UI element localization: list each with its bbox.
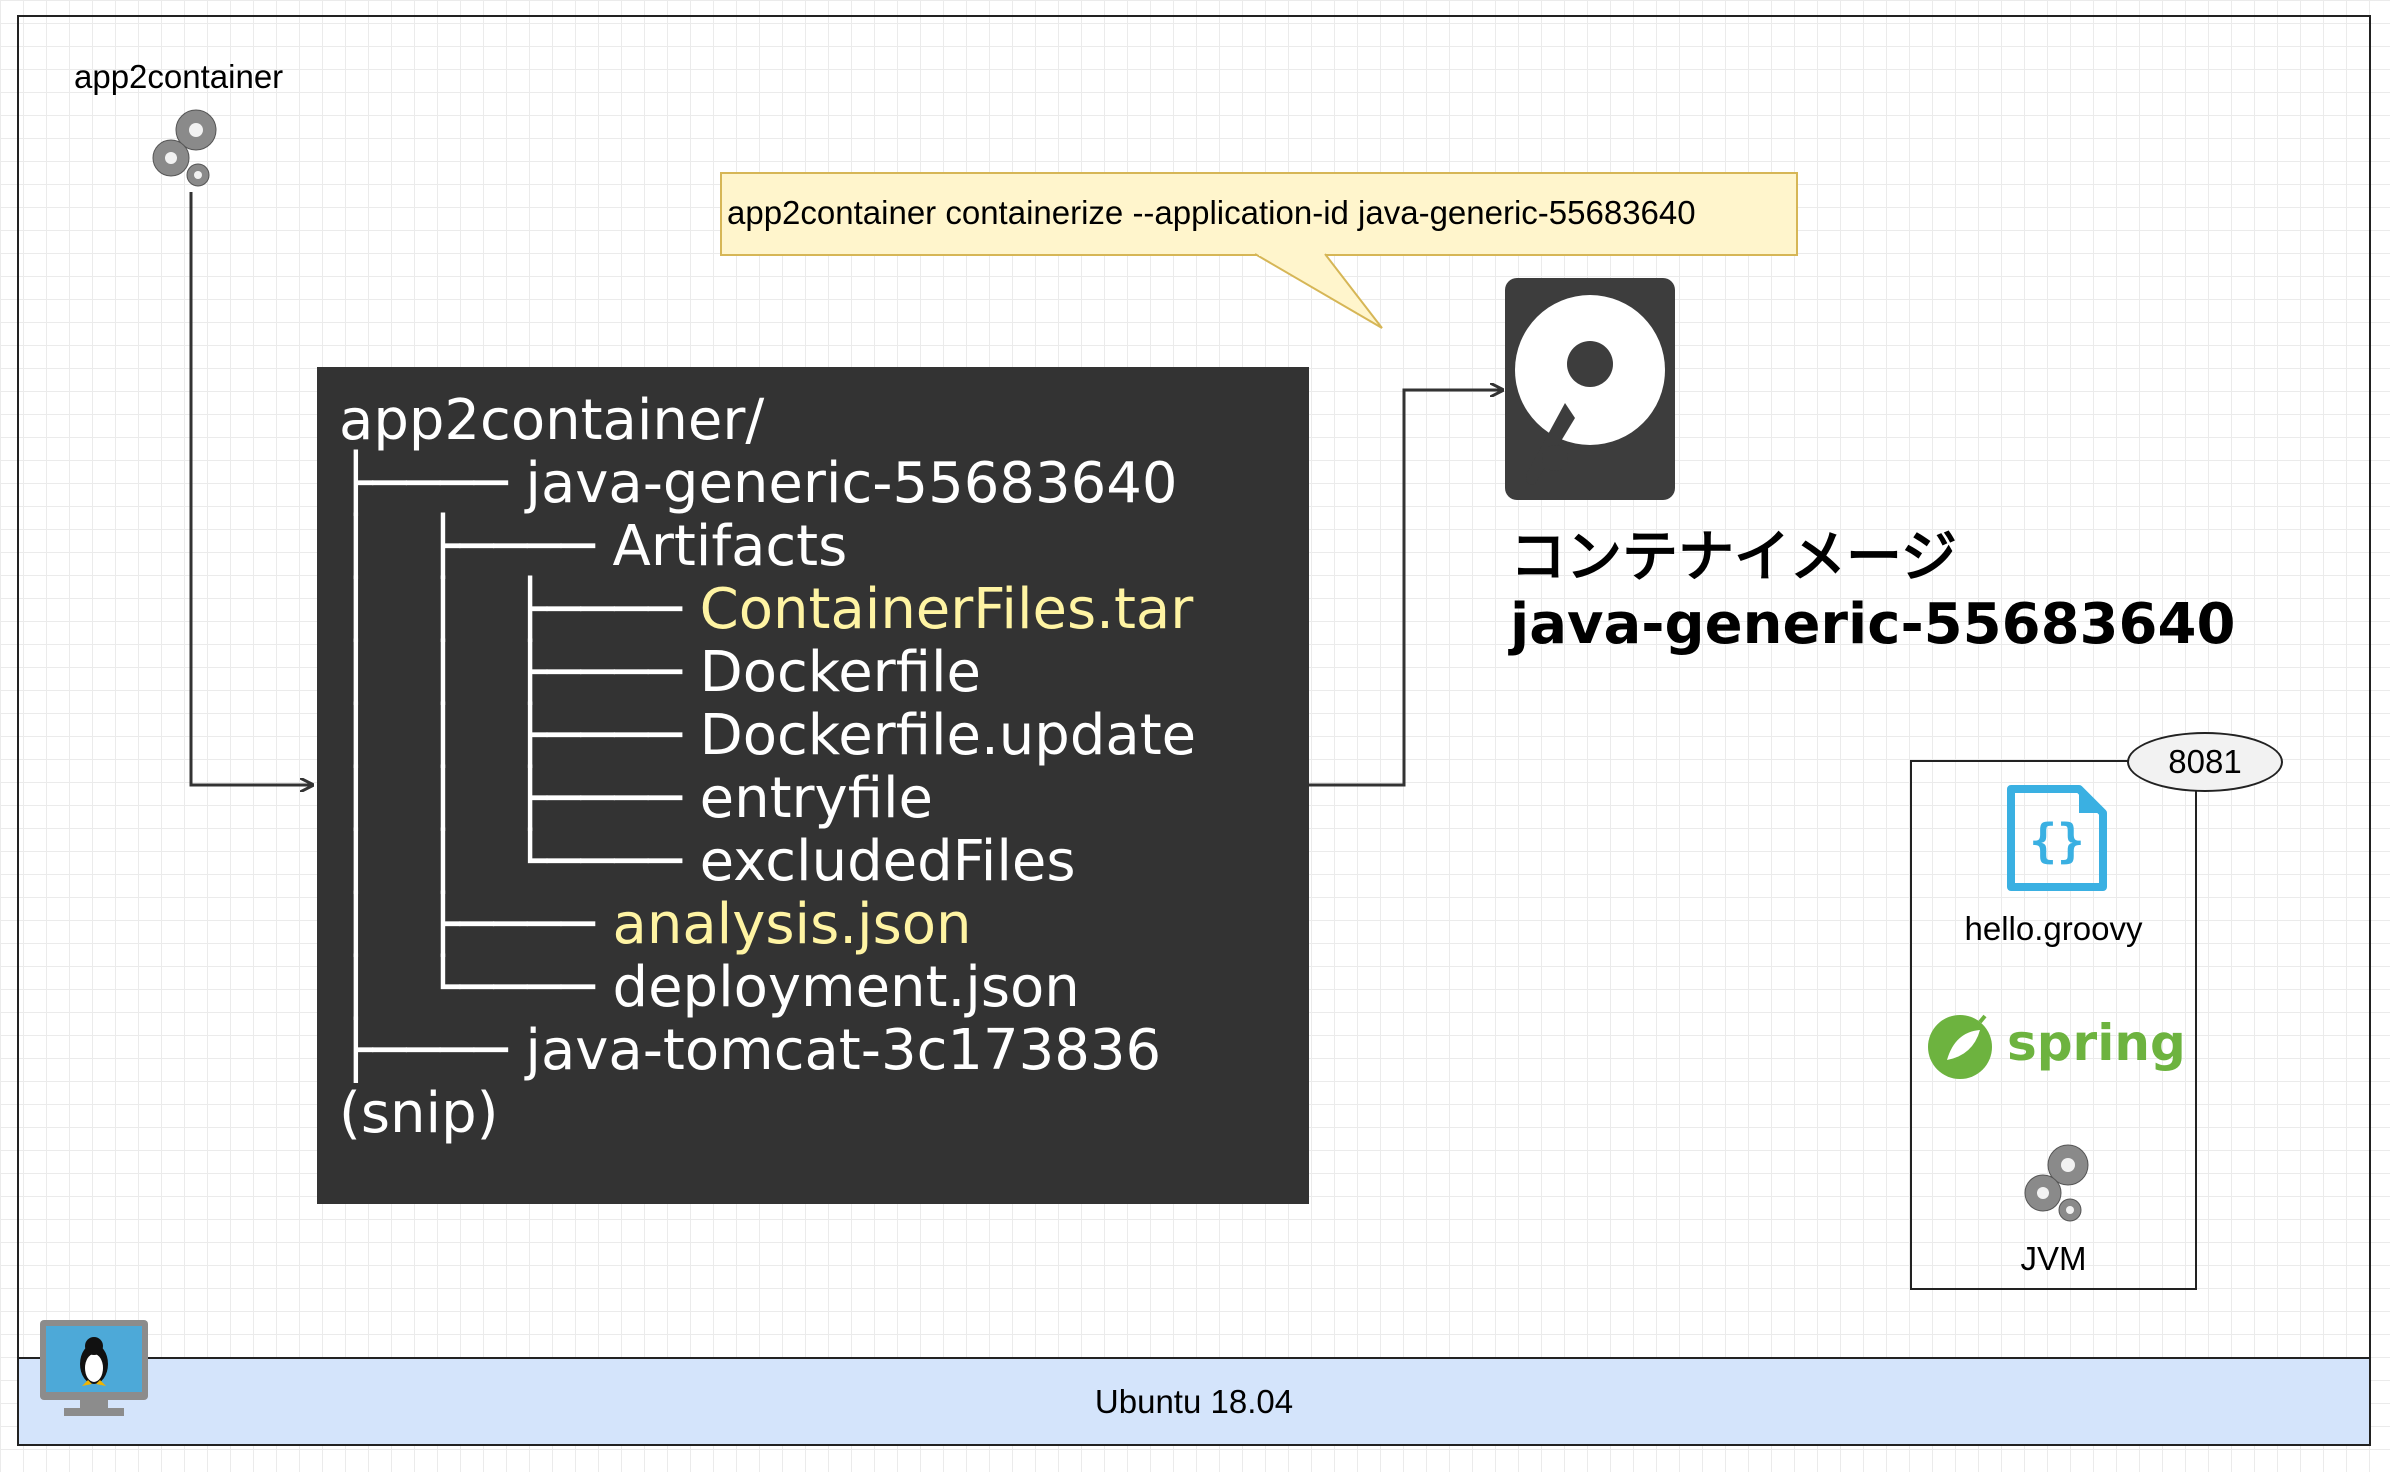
port-badge: 8081 xyxy=(2127,732,2283,792)
tree-branch: ├──── xyxy=(339,451,508,516)
tree-branch: │ │ ├──── xyxy=(339,640,682,705)
tree-entry: (snip) xyxy=(339,1081,499,1146)
tree-line: │ └──── deployment.json xyxy=(339,956,1080,1019)
tree-line: │ ├──── Artifacts xyxy=(339,515,847,578)
tree-line: │ │ └──── excludedFiles xyxy=(339,830,1076,893)
tree-entry-highlighted: analysis.json xyxy=(612,892,972,957)
tool-to-tree-arrow xyxy=(189,192,312,785)
tree-entry: java-generic-55683640 xyxy=(525,451,1178,516)
linux-monitor-icon xyxy=(40,1320,148,1416)
gears-icon xyxy=(2024,1144,2089,1222)
tree-entry: entryfile xyxy=(699,766,933,831)
app-item-label: hello.groovy xyxy=(1964,910,2143,947)
tree-branch: ├──── xyxy=(339,1018,508,1083)
code-file-icon: {} xyxy=(2007,785,2107,891)
tree-line: ├──── java-tomcat-3c173836 xyxy=(339,1019,1161,1082)
hard-disk-icon xyxy=(1505,278,1675,500)
spring-logo: spring xyxy=(1928,1014,2185,1079)
tree-line: app2container/ xyxy=(339,389,764,452)
tree-entry: app2container/ xyxy=(339,388,765,453)
tree-line: ├──── java-generic-55683640 xyxy=(339,452,1177,515)
tree-to-image-arrow xyxy=(1309,390,1502,787)
tree-entry: Dockerfile.update xyxy=(699,703,1197,768)
tree-line: │ │ ├──── ContainerFiles.tar xyxy=(339,578,1193,641)
app-item-label: JVM xyxy=(2020,1240,2087,1277)
callout-pointer xyxy=(1255,252,1383,329)
svg-text:{}: {} xyxy=(2029,814,2084,868)
command-callout: app2container containerize --application… xyxy=(720,172,1798,256)
tree-branch: │ │ ├──── xyxy=(339,766,682,831)
tree-entry: excludedFiles xyxy=(699,829,1076,894)
tree-branch: │ │ ├──── xyxy=(339,703,682,768)
tree-entry: deployment.json xyxy=(612,955,1080,1020)
tree-branch: │ ├──── xyxy=(339,514,595,579)
tree-entry: java-tomcat-3c173836 xyxy=(525,1018,1162,1083)
tree-line: │ │ ├──── Dockerfile xyxy=(339,641,981,704)
tree-entry: Dockerfile xyxy=(699,640,981,705)
image-title: コンテナイメージ xyxy=(1510,525,1957,590)
directory-tree: app2container/├──── java-generic-5568364… xyxy=(317,367,1309,1204)
spring-text: spring xyxy=(2007,1014,2185,1072)
tree-branch: │ │ ├──── xyxy=(339,577,682,642)
tree-entry: Artifacts xyxy=(612,514,848,579)
tree-line: │ │ ├──── entryfile xyxy=(339,767,933,830)
tree-branch: │ │ └──── xyxy=(339,829,682,894)
tree-branch: │ └──── xyxy=(339,955,595,1020)
tree-line: │ ├──── analysis.json xyxy=(339,893,972,956)
tree-entry-highlighted: ContainerFiles.tar xyxy=(699,577,1194,642)
image-name: java-generic-55683640 xyxy=(1510,592,2236,657)
tree-line: │ │ ├──── Dockerfile.update xyxy=(339,704,1196,767)
tree-line: (snip) xyxy=(339,1082,498,1145)
host-os-bar: Ubuntu 18.04 xyxy=(17,1357,2371,1446)
tree-branch: │ ├──── xyxy=(339,892,595,957)
